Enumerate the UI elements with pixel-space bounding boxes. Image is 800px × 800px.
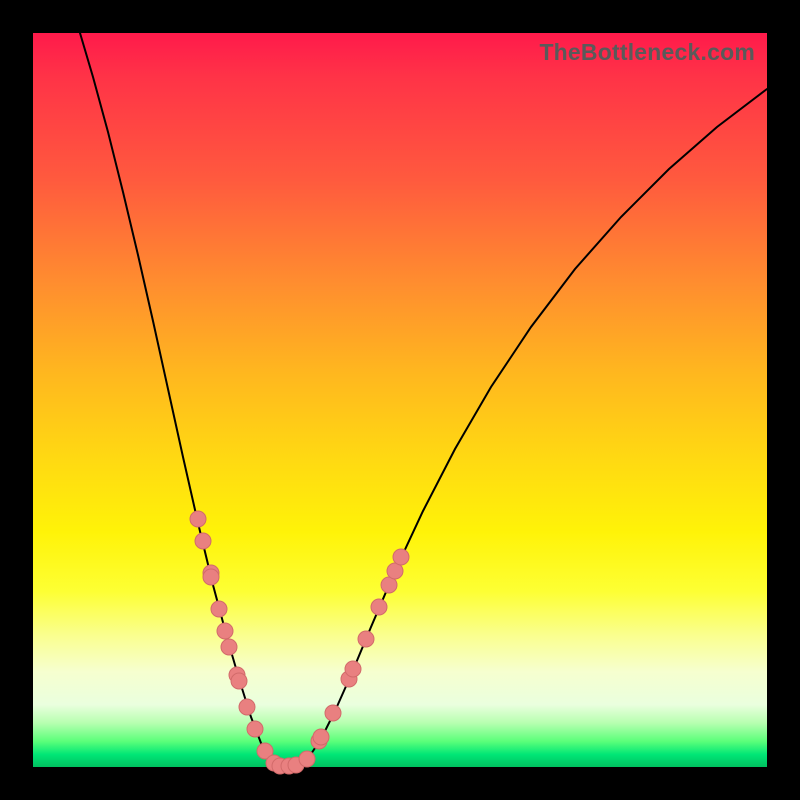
plot-area: TheBottleneck.com — [33, 33, 767, 767]
data-dot — [231, 673, 247, 689]
data-dot — [203, 569, 219, 585]
data-dot — [358, 631, 374, 647]
data-dot — [345, 661, 361, 677]
data-dot — [217, 623, 233, 639]
data-dot — [371, 599, 387, 615]
data-dot — [239, 699, 255, 715]
curve-svg — [33, 33, 767, 767]
bottleneck-curve-left — [80, 33, 285, 767]
data-dot — [393, 549, 409, 565]
data-dot — [195, 533, 211, 549]
data-dot — [247, 721, 263, 737]
data-dot — [190, 511, 206, 527]
data-dot — [313, 729, 329, 745]
data-dot — [221, 639, 237, 655]
data-dot — [325, 705, 341, 721]
data-dot — [299, 751, 315, 767]
data-dots-group — [190, 511, 409, 774]
data-dot — [211, 601, 227, 617]
chart-frame: TheBottleneck.com — [0, 0, 800, 800]
